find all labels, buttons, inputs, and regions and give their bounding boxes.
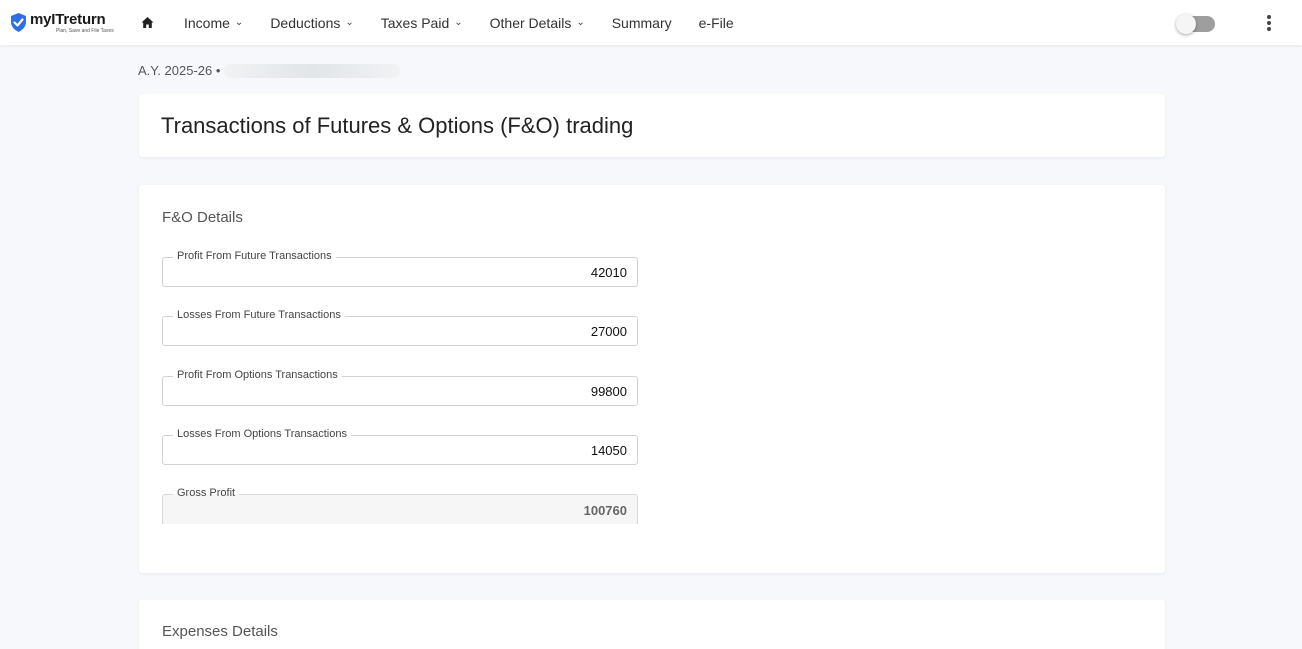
- profit-future-field[interactable]: Profit From Future Transactions: [162, 250, 638, 287]
- breadcrumb: A.Y. 2025-26 •: [138, 63, 401, 78]
- nav-income[interactable]: Income ⌄: [184, 0, 243, 45]
- redacted-user-info: [224, 63, 401, 78]
- nav-taxes-paid[interactable]: Taxes Paid ⌄: [381, 0, 463, 45]
- chevron-down-icon: ⌄: [576, 17, 585, 28]
- nav-deductions[interactable]: Deductions ⌄: [270, 0, 353, 45]
- home-icon[interactable]: [141, 16, 154, 29]
- profit-options-field[interactable]: Profit From Options Transactions: [162, 369, 638, 406]
- chevron-down-icon: ⌄: [345, 17, 354, 28]
- gross-profit-field: Gross Profit: [162, 487, 638, 524]
- nav-taxes-paid-label: Taxes Paid: [380, 14, 450, 31]
- loss-future-input[interactable]: [327, 324, 627, 339]
- profit-future-input[interactable]: [327, 265, 627, 280]
- expenses-heading: Expenses Details: [162, 623, 278, 640]
- brand-tagline: Plan, Save and File Taxes: [56, 28, 114, 34]
- brand-logo[interactable]: myITreturn Plan, Save and File Taxes: [10, 12, 114, 36]
- loss-options-label: Losses From Options Transactions: [173, 428, 351, 441]
- nav-income-label: Income: [184, 14, 230, 31]
- profit-options-label: Profit From Options Transactions: [173, 369, 342, 382]
- shield-check-icon: [11, 13, 26, 32]
- brand-name: myITreturn: [30, 11, 106, 28]
- nav-efile-label: e-File: [698, 14, 734, 31]
- loss-future-label: Losses From Future Transactions: [173, 309, 345, 322]
- loss-options-field[interactable]: Losses From Options Transactions: [162, 428, 638, 465]
- loss-options-input[interactable]: [327, 443, 627, 458]
- profit-future-label: Profit From Future Transactions: [173, 250, 336, 263]
- main-nav: Income ⌄ Deductions ⌄ Taxes Paid ⌄ Other…: [184, 0, 761, 45]
- chevron-down-icon: ⌄: [234, 17, 244, 28]
- profit-options-input[interactable]: [327, 384, 627, 399]
- nav-summary-label: Summary: [611, 14, 672, 31]
- nav-efile[interactable]: e-File: [699, 0, 734, 45]
- nav-summary[interactable]: Summary: [612, 0, 672, 45]
- page-title: Transactions of Futures & Options (F&O) …: [161, 113, 634, 138]
- chevron-down-icon: ⌄: [454, 17, 463, 28]
- fo-details-card: F&O Details Profit From Future Transacti…: [139, 185, 1165, 573]
- theme-toggle[interactable]: [1176, 14, 1215, 34]
- fo-details-heading: F&O Details: [162, 209, 243, 226]
- top-navbar: myITreturn Plan, Save and File Taxes Inc…: [0, 0, 1302, 45]
- nav-deductions-label: Deductions: [270, 14, 341, 31]
- page-title-card: Transactions of Futures & Options (F&O) …: [139, 94, 1165, 157]
- toggle-knob: [1176, 14, 1196, 34]
- nav-other-details-label: Other Details: [489, 14, 572, 31]
- gross-profit-label: Gross Profit: [173, 487, 240, 500]
- more-options-icon[interactable]: [1263, 15, 1275, 33]
- loss-future-field[interactable]: Losses From Future Transactions: [162, 309, 638, 346]
- assessment-year: A.Y. 2025-26 •: [138, 63, 221, 78]
- gross-profit-input: [327, 503, 627, 518]
- expenses-details-card: Expenses Details: [139, 600, 1165, 649]
- nav-other-details[interactable]: Other Details ⌄: [490, 0, 585, 45]
